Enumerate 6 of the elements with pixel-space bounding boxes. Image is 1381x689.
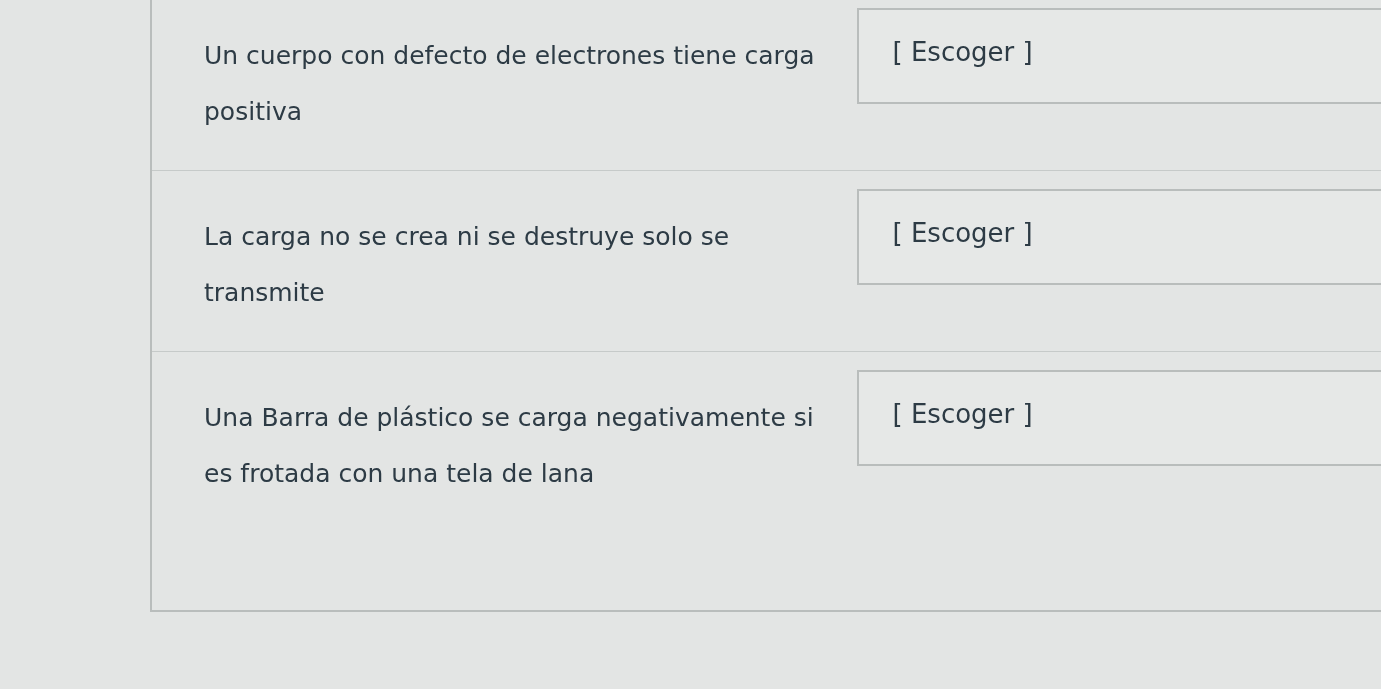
answer-dropdown[interactable]: [ Escoger ] <box>856 8 1381 104</box>
question-text: Una Barra de plástico se carga negativamente si es frotada con una tela de lana <box>204 402 815 490</box>
answer-dropdown[interactable]: [ Escoger ] <box>856 189 1381 285</box>
question-text: Un cuerpo con defecto de electrones tiene carga positiva <box>204 40 816 128</box>
answer-dropdown[interactable]: [ Escoger ] <box>856 370 1381 466</box>
question-text: La carga no se crea ni se destruye solo se transmite <box>204 221 731 309</box>
